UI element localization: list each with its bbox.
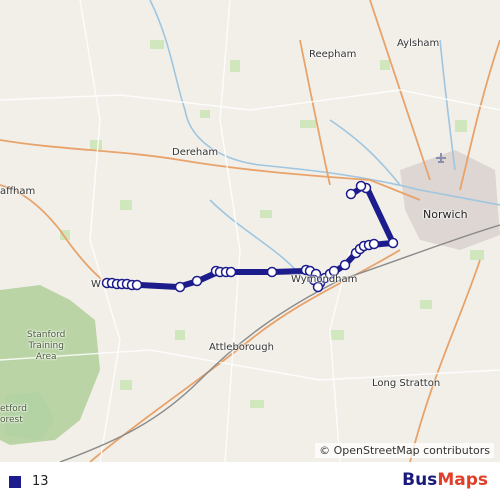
label-dereham: Dereham [172,147,219,158]
map-view: Aylsham Reepham Dereham Norwich affham W… [0,0,500,500]
legend-route-swatch [9,476,21,488]
map-canvas[interactable]: Aylsham Reepham Dereham Norwich affham W… [0,0,500,462]
bus-stop-marker[interactable] [387,237,399,249]
bus-stop-marker[interactable] [355,180,367,192]
label-stanford-training-area: Stanford Training Area [27,330,66,362]
logo-maps-text: Maps [437,470,488,490]
bus-stop-marker[interactable] [345,188,357,200]
logo-bus-text: Bus [402,470,438,490]
map-svg [0,0,500,462]
bus-stop-marker[interactable] [339,259,351,271]
legend-route-label: 13 [32,474,49,489]
bus-stop-marker[interactable] [191,275,203,287]
bus-stop-marker[interactable] [368,238,380,250]
label-norwich: Norwich [423,208,468,221]
label-long-stratton: Long Stratton [372,378,441,389]
legend-bar: 13 BusMaps [0,462,500,500]
label-watton: W [91,279,101,290]
bus-stop-marker[interactable] [174,281,186,293]
map-attribution[interactable]: © OpenStreetMap contributors [315,443,494,458]
bus-stop-marker[interactable] [131,279,143,291]
label-reepham: Reepham [309,49,357,60]
busmaps-logo[interactable]: BusMaps [402,470,488,490]
label-thetford-forest: etford orest [0,404,27,425]
label-wymondham: Wymondham [291,274,358,285]
label-swaffham: affham [0,186,36,197]
bus-stop-marker[interactable] [266,266,278,278]
label-aylsham: Aylsham [397,38,440,49]
label-attleborough: Attleborough [209,342,274,353]
bus-stop-marker[interactable] [225,266,237,278]
